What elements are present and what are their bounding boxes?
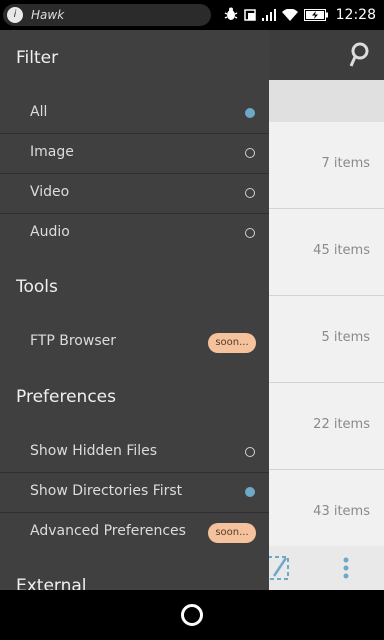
status-icons: 12:28 [224,0,376,30]
search-icon[interactable] [348,42,370,72]
radio-icon[interactable] [245,148,255,158]
more-options-icon[interactable] [340,554,352,586]
filter-item-audio[interactable]: Audio [0,214,269,253]
item-count: 43 items [313,504,370,519]
section-title-filter: Filter [16,48,59,68]
section-title-external: External [16,576,87,590]
item-label: Show Directories First [30,483,183,499]
filter-item-all[interactable]: All [0,94,269,134]
item-label: Advanced Preferences [30,523,186,539]
item-label: FTP Browser [30,333,116,349]
navigation-bar [0,590,384,640]
radio-icon[interactable] [245,188,255,198]
radio-icon[interactable] [245,228,255,238]
item-label: Show Hidden Files [30,443,158,459]
tools-item-ftp-browser[interactable]: FTP Browser soon... [0,323,269,362]
home-button[interactable] [181,604,203,626]
soon-badge: soon... [208,333,256,353]
pref-item-show-hidden-files[interactable]: Show Hidden Files [0,433,269,473]
app-logo-icon: i [7,7,23,23]
signal-icon [261,6,276,25]
item-label: Video [30,184,70,200]
pref-item-advanced-preferences[interactable]: Advanced Preferences soon... [0,513,269,552]
item-count: 7 items [321,156,370,171]
radio-icon[interactable] [245,447,255,457]
pref-item-show-directories-first[interactable]: Show Directories First [0,473,269,513]
screen-icon [243,6,256,25]
app-name: Hawk [31,8,65,22]
bug-icon [224,6,238,25]
item-count: 22 items [313,417,370,432]
item-label: Image [30,144,74,160]
battery-icon [303,6,328,25]
filter-item-image[interactable]: Image [0,134,269,174]
app-title-pill[interactable]: i Hawk [3,4,211,26]
soon-badge: soon... [208,523,256,543]
clock: 12:28 [335,7,376,23]
radio-selected-icon[interactable] [245,108,255,118]
radio-selected-icon[interactable] [245,487,255,497]
item-count: 5 items [321,330,370,345]
item-label: Audio [30,224,70,240]
item-count: 45 items [313,243,370,258]
navigation-drawer: Filter All Image Video Audio Tools FTP B… [0,30,269,590]
status-bar: i Hawk 12:28 [0,0,384,30]
item-label: All [30,104,48,120]
filter-item-video[interactable]: Video [0,174,269,214]
section-title-preferences: Preferences [16,387,116,407]
select-icon[interactable] [266,554,292,586]
section-title-tools: Tools [16,277,58,297]
wifi-icon [281,6,298,25]
